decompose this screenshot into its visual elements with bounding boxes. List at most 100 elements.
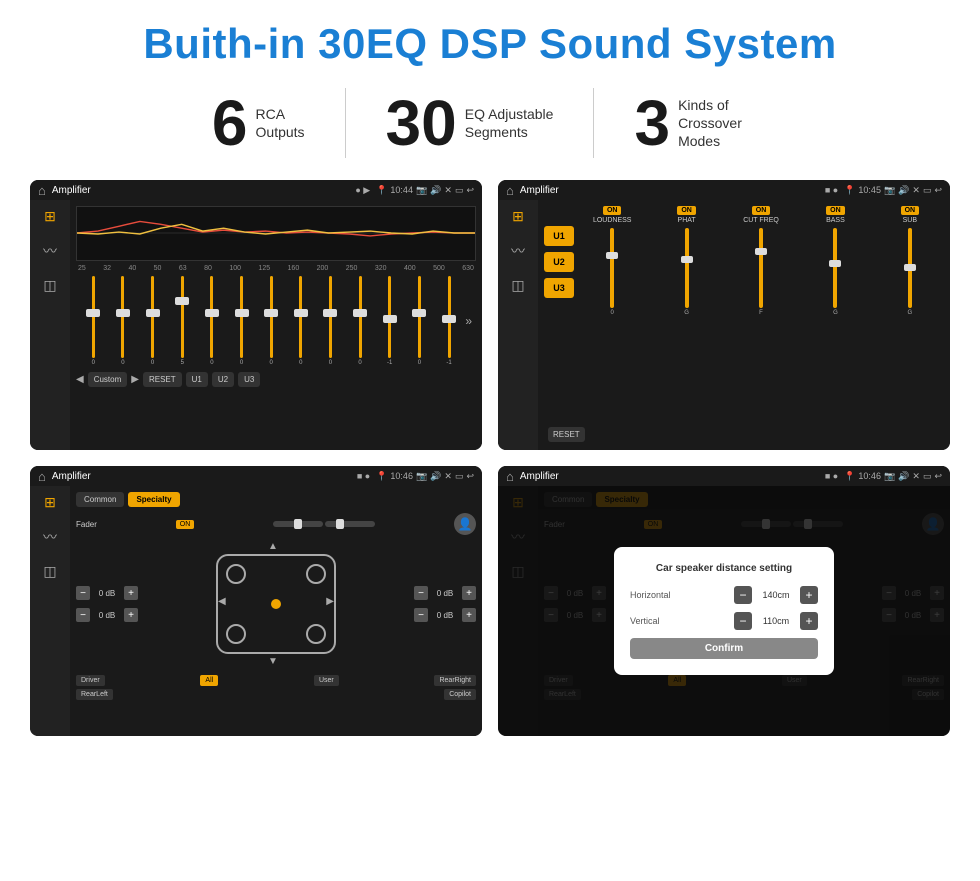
eq-sidebar-icon-3[interactable]: ◫ xyxy=(43,277,56,294)
vertical-plus-btn[interactable]: + xyxy=(800,612,818,630)
stat-text-rca: RCA Outputs xyxy=(256,105,305,141)
cross-back-icon[interactable]: ↩ xyxy=(934,185,942,196)
person-icon[interactable]: 👤 xyxy=(454,513,476,535)
db-plus-fr[interactable]: + xyxy=(462,586,476,600)
common-tab[interactable]: Common xyxy=(76,492,124,507)
eq-screen: ⌂ Amplifier ● ▶ 📍 10:44 📷 🔊 ✕ ▭ ↩ ⊞ 〰 ◫ xyxy=(30,180,482,450)
dlg-volume-icon: 🔊 xyxy=(898,471,909,482)
fader-camera-icon: 📷 xyxy=(416,471,427,482)
rearleft-btn[interactable]: RearLeft xyxy=(76,689,113,700)
cross-camera-icon: 📷 xyxy=(884,185,895,196)
eq-slider-6[interactable]: 0 xyxy=(228,276,255,366)
eq-slider-10[interactable]: 0 xyxy=(347,276,374,366)
dialog-screen: ⌂ Amplifier ■ ● 📍 10:46 📷 🔊 ✕ ▭ ↩ ⊞ 〰 xyxy=(498,466,950,736)
eq-slider-9[interactable]: 0 xyxy=(317,276,344,366)
u1-btn-eq[interactable]: U1 xyxy=(186,372,208,387)
vertical-label: Vertical xyxy=(630,616,660,626)
loudness-label: LOUDNESS xyxy=(593,217,632,224)
car-down-arrow[interactable]: ▼ xyxy=(268,656,278,667)
fader-on-badge[interactable]: ON xyxy=(176,520,195,529)
copilot-btn[interactable]: Copilot xyxy=(444,689,476,700)
cross-volume-icon: 🔊 xyxy=(898,185,909,196)
db-plus-rr[interactable]: + xyxy=(462,608,476,622)
horizontal-plus-btn[interactable]: + xyxy=(800,586,818,604)
back-icon[interactable]: ↩ xyxy=(466,185,474,196)
sub-on-badge[interactable]: ON xyxy=(901,206,920,215)
car-right-arrow[interactable]: ▶ xyxy=(326,596,334,607)
fader-sidebar-icon-3[interactable]: ◫ xyxy=(43,563,56,580)
fader-home-icon[interactable]: ⌂ xyxy=(38,469,46,484)
eq-slider-12[interactable]: 0 xyxy=(406,276,433,366)
all-btn[interactable]: All xyxy=(200,675,218,686)
eq-slider-5[interactable]: 0 xyxy=(199,276,226,366)
cross-sidebar-icon-3[interactable]: ◫ xyxy=(511,277,524,294)
sub-slider[interactable] xyxy=(908,228,912,308)
phat-slider[interactable] xyxy=(685,228,689,308)
eq-slider-13[interactable]: -1 xyxy=(436,276,463,366)
car-left-arrow[interactable]: ◀ xyxy=(218,596,226,607)
stat-number-rca: 6 xyxy=(212,91,248,155)
dlg-location-icon: 📍 xyxy=(844,471,855,482)
phat-on-badge[interactable]: ON xyxy=(677,206,696,215)
fader-sidebar-icon-2[interactable]: 〰 xyxy=(43,527,57,547)
eq-sidebar-icon-1[interactable]: ⊞ xyxy=(44,208,56,225)
dialog-home-icon[interactable]: ⌂ xyxy=(506,469,514,484)
next-arrow[interactable]: ▶ xyxy=(131,374,139,385)
fader-h-bar-2[interactable] xyxy=(325,521,375,527)
fader-back-icon[interactable]: ↩ xyxy=(466,471,474,482)
rearright-btn[interactable]: RearRight xyxy=(434,675,476,686)
vertical-minus-btn[interactable]: − xyxy=(734,612,752,630)
horizontal-minus-btn[interactable]: − xyxy=(734,586,752,604)
cutfreq-on-badge[interactable]: ON xyxy=(752,206,771,215)
car-up-arrow[interactable]: ▲ xyxy=(268,541,278,552)
u3-btn-eq[interactable]: U3 xyxy=(238,372,260,387)
phat-label: PHAT xyxy=(678,217,696,224)
eq-slider-7[interactable]: 0 xyxy=(258,276,285,366)
fader-sidebar-icon-1[interactable]: ⊞ xyxy=(44,494,56,511)
prev-arrow[interactable]: ◀ xyxy=(76,374,84,385)
db-minus-rr[interactable]: − xyxy=(414,608,428,622)
stats-row: 6 RCA Outputs 30 EQ Adjustable Segments … xyxy=(30,88,950,158)
eq-slider-4[interactable]: 5 xyxy=(169,276,196,366)
eq-screen-inner: ⊞ 〰 ◫ 25 32 40 xyxy=(30,200,482,450)
db-minus-fl[interactable]: − xyxy=(76,586,90,600)
fader-h-bar-1[interactable] xyxy=(273,521,323,527)
expand-icon[interactable]: » xyxy=(465,314,472,328)
eq-slider-8[interactable]: 0 xyxy=(287,276,314,366)
reset-btn-eq[interactable]: RESET xyxy=(143,372,182,387)
u3-btn-cross[interactable]: U3 xyxy=(544,278,574,298)
fader-label: Fader xyxy=(76,520,97,529)
dlg-back-icon[interactable]: ↩ xyxy=(934,471,942,482)
crossover-left-sidebar: ⊞ 〰 ◫ xyxy=(498,200,538,450)
bass-slider[interactable] xyxy=(833,228,837,308)
u2-btn-cross[interactable]: U2 xyxy=(544,252,574,272)
eq-slider-11[interactable]: -1 xyxy=(376,276,403,366)
dialog-status-icons: 📍 10:46 📷 🔊 ✕ ▭ ↩ xyxy=(844,471,942,482)
eq-slider-2[interactable]: 0 xyxy=(110,276,137,366)
db-plus-fl[interactable]: + xyxy=(124,586,138,600)
specialty-tab[interactable]: Specialty xyxy=(128,492,179,507)
db-plus-rl[interactable]: + xyxy=(124,608,138,622)
cross-sidebar-icon-2[interactable]: 〰 xyxy=(511,241,525,261)
loudness-slider[interactable] xyxy=(610,228,614,308)
fader-screen: ⌂ Amplifier ■ ● 📍 10:46 📷 🔊 ✕ ▭ ↩ ⊞ 〰 ◫ xyxy=(30,466,482,736)
cutfreq-slider[interactable] xyxy=(759,228,763,308)
user-btn[interactable]: User xyxy=(314,675,339,686)
u1-btn-cross[interactable]: U1 xyxy=(544,226,574,246)
driver-btn[interactable]: Driver xyxy=(76,675,105,686)
fader-close-icon: ✕ xyxy=(444,471,452,482)
eq-slider-1[interactable]: 0 xyxy=(80,276,107,366)
eq-sidebar-icon-2[interactable]: 〰 xyxy=(43,241,57,261)
confirm-button[interactable]: Confirm xyxy=(630,638,818,659)
home-icon[interactable]: ⌂ xyxy=(38,183,46,198)
reset-btn-cross[interactable]: RESET xyxy=(548,427,585,442)
custom-btn[interactable]: Custom xyxy=(88,372,128,387)
bass-on-badge[interactable]: ON xyxy=(826,206,845,215)
db-minus-rl[interactable]: − xyxy=(76,608,90,622)
eq-slider-3[interactable]: 0 xyxy=(139,276,166,366)
db-minus-fr[interactable]: − xyxy=(414,586,428,600)
crossover-home-icon[interactable]: ⌂ xyxy=(506,183,514,198)
loudness-on-badge[interactable]: ON xyxy=(603,206,622,215)
cross-sidebar-icon-1[interactable]: ⊞ xyxy=(512,208,524,225)
u2-btn-eq[interactable]: U2 xyxy=(212,372,234,387)
